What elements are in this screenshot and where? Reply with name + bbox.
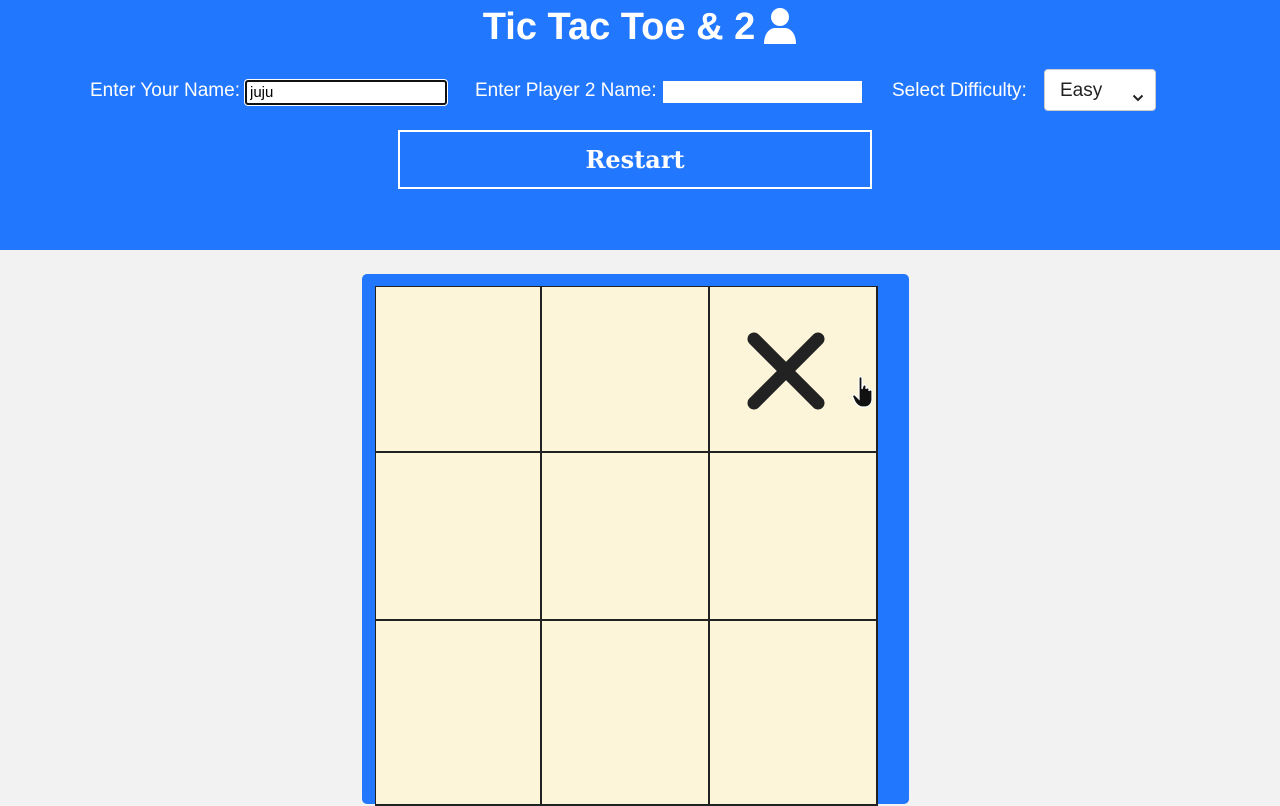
x-mark-icon [746,331,826,416]
board-cell-3-3[interactable] [710,621,878,806]
restart-button[interactable]: Restart [398,130,872,189]
board-cell-1-1[interactable] [375,286,542,453]
player1-name-label: Enter Your Name: [90,80,240,101]
chevron-down-icon [1132,86,1144,108]
player2-name-input[interactable] [663,81,862,103]
board-cell-2-2[interactable] [542,453,710,621]
difficulty-select[interactable]: Easy [1044,69,1156,111]
board-cell-1-3[interactable] [710,286,878,453]
title-text: Tic Tac Toe & 2 [482,6,756,48]
page-title: Tic Tac Toe & 2 [0,4,1280,56]
difficulty-label: Select Difficulty: [892,80,1027,101]
board-cell-2-1[interactable] [375,453,542,621]
player2-name-label: Enter Player 2 Name: [475,80,657,101]
difficulty-selected-value: Easy [1060,80,1103,101]
board-cell-2-3[interactable] [710,453,878,621]
game-board [375,286,878,806]
user-icon [763,7,797,56]
board-cell-1-2[interactable] [542,286,710,453]
board-cell-3-2[interactable] [542,621,710,806]
header-bar: Tic Tac Toe & 2 Enter Your Name: Enter P… [0,0,1280,250]
hand-pointer-icon [852,375,878,414]
player1-name-input[interactable] [245,80,447,105]
board-cell-3-1[interactable] [375,621,542,806]
